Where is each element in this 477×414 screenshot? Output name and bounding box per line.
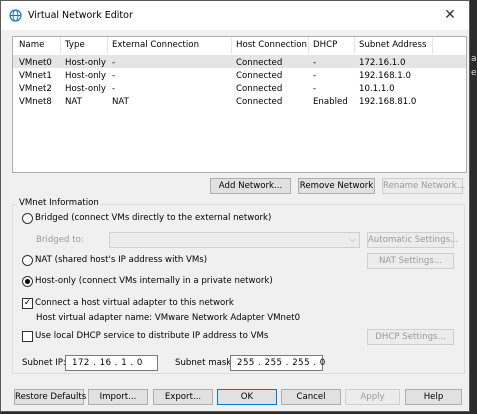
host-only-label: Host-only (connect VMs internally in a p…	[35, 276, 273, 286]
apply-button[interactable]: Apply	[345, 389, 400, 405]
cell-type: NAT	[65, 97, 82, 107]
cell-host: Connected	[236, 97, 283, 107]
cell-external: NAT	[112, 97, 129, 107]
connect-adapter-checkbox[interactable]: ✓	[22, 298, 33, 309]
ok-button[interactable]: OK	[217, 389, 277, 405]
close-button[interactable]: ✕	[431, 1, 469, 30]
bridged-to-select[interactable]: ⌵	[109, 232, 360, 248]
chevron-down-icon: ⌵	[349, 235, 356, 245]
title-bar: Virtual Network Editor ✕	[1, 1, 469, 30]
dhcp-label: Use local DHCP service to distribute IP …	[35, 331, 269, 341]
export-button[interactable]: Export...	[153, 389, 213, 405]
cell-name: VMnet2	[19, 84, 52, 94]
host-only-radio[interactable]	[22, 276, 33, 287]
adapter-name-text: Host virtual adapter name: VMware Networ…	[36, 313, 301, 323]
column-header-host[interactable]: Host Connection	[236, 40, 307, 50]
column-header-name[interactable]: Name	[19, 40, 44, 50]
cell-external: -	[112, 84, 116, 94]
cell-host: Connected	[236, 84, 283, 94]
cell-subnet: 192.168.1.0	[359, 71, 411, 81]
subnet-mask-field[interactable]: 255 . 255 . 255 . 0	[230, 355, 325, 371]
cell-dhcp: -	[313, 58, 317, 68]
import-button[interactable]: Import...	[88, 389, 148, 405]
column-header-dhcp[interactable]: DHCP	[313, 40, 337, 50]
cell-subnet: 192.168.81.0	[359, 97, 417, 107]
help-button[interactable]: Help	[405, 389, 462, 405]
network-list[interactable]: Name Type External Connection Host Conne…	[12, 36, 467, 173]
list-row-vmnet1[interactable]: VMnet1 Host-only - Connected - 192.168.1…	[13, 68, 466, 81]
cell-host: Connected	[236, 71, 283, 81]
list-row-vmnet2[interactable]: VMnet2 Host-only - Connected - 10.1.1.0	[13, 81, 466, 94]
virtual-network-editor-window: Virtual Network Editor ✕ Name Type Exter…	[0, 0, 470, 412]
window-title: Virtual Network Editor	[28, 10, 133, 21]
background-text-fragment: e	[471, 68, 477, 78]
vmnet-information-title: VMnet Information	[17, 198, 101, 208]
subnet-ip-field[interactable]: 172 . 16 . 1 . 0	[65, 355, 158, 371]
remove-network-button[interactable]: Remove Network	[298, 178, 375, 194]
vmnet-information-group	[12, 204, 465, 374]
bridged-radio[interactable]	[22, 213, 33, 224]
cell-external: -	[112, 58, 116, 68]
cell-name: VMnet0	[19, 58, 52, 68]
cell-dhcp: Enabled	[313, 97, 348, 107]
column-header-subnet[interactable]: Subnet Address	[359, 40, 426, 50]
subnet-mask-label: Subnet mask:	[175, 358, 235, 368]
list-row-vmnet0[interactable]: VMnet0 Host-only - Connected - 172.16.1.…	[13, 55, 466, 68]
nat-label: NAT (shared host's IP address with VMs)	[35, 255, 208, 265]
cell-dhcp: -	[313, 84, 317, 94]
cell-subnet: 10.1.1.0	[359, 84, 395, 94]
cell-type: Host-only	[65, 58, 107, 68]
cell-type: Host-only	[65, 84, 107, 94]
column-header-external[interactable]: External Connection	[112, 40, 199, 50]
cancel-button[interactable]: Cancel	[281, 389, 341, 405]
list-header: Name Type External Connection Host Conne…	[13, 37, 466, 54]
cell-name: VMnet1	[19, 71, 52, 81]
cell-dhcp: -	[313, 71, 317, 81]
automatic-settings-button[interactable]: Automatic Settings...	[367, 232, 458, 248]
bridged-label: Bridged (connect VMs directly to the ext…	[35, 213, 272, 223]
cell-type: Host-only	[65, 71, 107, 81]
column-header-type[interactable]: Type	[65, 40, 85, 50]
cell-subnet: 172.16.1.0	[359, 58, 406, 68]
nat-settings-button[interactable]: NAT Settings...	[367, 253, 454, 269]
cell-host: Connected	[236, 58, 283, 68]
bridged-to-label: Bridged to:	[36, 235, 84, 245]
list-row-vmnet8[interactable]: VMnet8 NAT NAT Connected Enabled 192.168…	[13, 94, 466, 107]
connect-adapter-label: Connect a host virtual adapter to this n…	[35, 298, 234, 308]
cell-name: VMnet8	[19, 97, 52, 107]
check-mark-icon: ✓	[23, 298, 32, 308]
add-network-button[interactable]: Add Network...	[210, 178, 291, 194]
network-globe-icon	[9, 9, 22, 22]
dhcp-settings-button[interactable]: DHCP Settings...	[367, 329, 454, 345]
background-text-fragment: a	[471, 54, 477, 64]
restore-defaults-button[interactable]: Restore Defaults	[14, 389, 86, 405]
rename-network-button[interactable]: Rename Network...	[382, 178, 465, 194]
cell-external: -	[112, 71, 116, 81]
dhcp-checkbox[interactable]	[22, 331, 33, 342]
nat-radio[interactable]	[22, 255, 33, 266]
subnet-ip-label: Subnet IP:	[22, 358, 66, 368]
